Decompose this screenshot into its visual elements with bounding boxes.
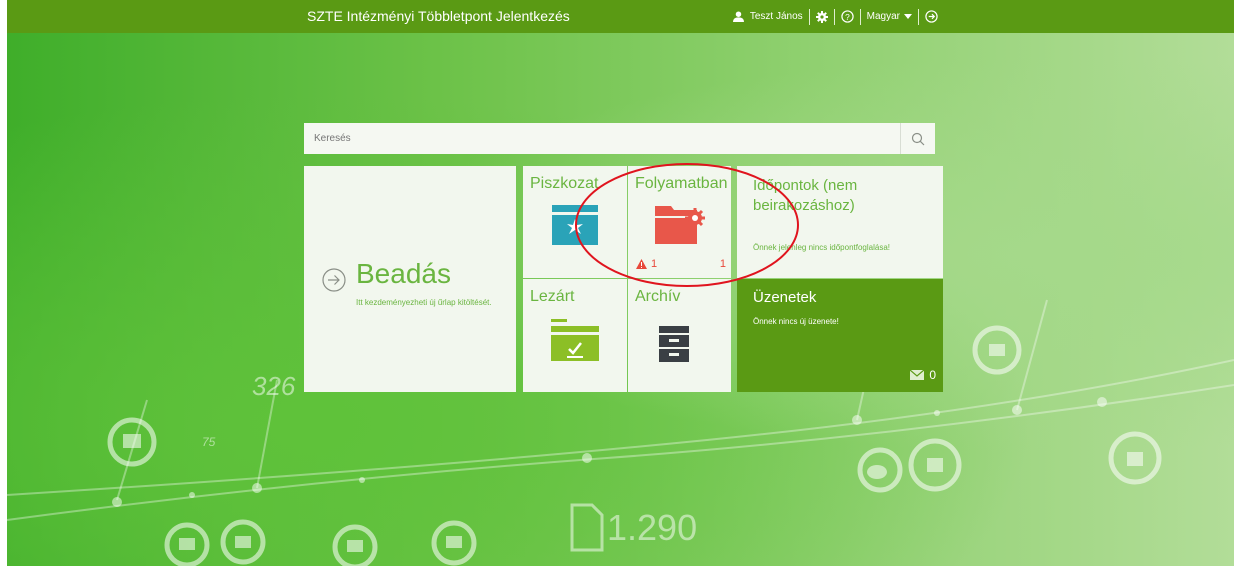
search-icon bbox=[911, 132, 925, 145]
user-icon[interactable] bbox=[732, 11, 744, 22]
search-input[interactable] bbox=[304, 123, 900, 154]
message-count-value: 0 bbox=[929, 368, 936, 382]
tile-lezart[interactable]: Lezárt bbox=[523, 279, 627, 392]
app-frame: 326 75 1.290 SZTE Intézményi Többletpont… bbox=[7, 0, 1234, 566]
tile-beadas-description: Itt kezdeményezheti új űrlap kitöltését. bbox=[356, 298, 492, 307]
app-title: SZTE Intézményi Többletpont Jelentkezés bbox=[307, 8, 570, 24]
folder-check-icon bbox=[551, 319, 599, 361]
tile-beadas-title: Beadás bbox=[356, 258, 451, 289]
tile-uzenetek-title: Üzenetek bbox=[753, 289, 817, 306]
tile-archiv[interactable]: Archív bbox=[628, 279, 731, 392]
separator bbox=[833, 8, 835, 25]
bg-number-1: 326 bbox=[252, 371, 296, 401]
envelope-icon bbox=[910, 370, 925, 380]
separator bbox=[859, 8, 861, 25]
user-name[interactable]: Teszt János bbox=[750, 11, 803, 22]
tile-lezart-title: Lezárt bbox=[530, 288, 575, 305]
language-dropdown[interactable]: Magyar bbox=[867, 11, 912, 22]
gear-icon[interactable] bbox=[815, 10, 828, 23]
language-label: Magyar bbox=[866, 11, 900, 22]
message-count: 0 bbox=[910, 368, 936, 382]
bg-number-3: 1.290 bbox=[607, 507, 697, 548]
help-icon[interactable]: ? bbox=[840, 10, 854, 23]
annotation-ellipse bbox=[575, 163, 799, 287]
separator bbox=[808, 8, 810, 25]
archive-cabinet-icon bbox=[659, 326, 689, 362]
top-navigation-bar: SZTE Intézményi Többletpont Jelentkezés … bbox=[7, 0, 1234, 33]
tile-beadas[interactable]: Beadás Itt kezdeményezheti új űrlap kitö… bbox=[304, 166, 516, 392]
search-bar bbox=[304, 123, 935, 154]
logout-icon[interactable] bbox=[925, 10, 938, 23]
svg-text:?: ? bbox=[845, 12, 850, 22]
arrow-right-circle-icon bbox=[322, 268, 346, 292]
tile-uzenetek[interactable]: Üzenetek Önnek nincs új üzenete! 0 bbox=[737, 279, 943, 392]
tile-archiv-title: Archív bbox=[635, 288, 681, 305]
search-button[interactable] bbox=[900, 123, 935, 154]
caret-down-icon bbox=[904, 14, 912, 19]
bg-number-2: 75 bbox=[202, 435, 216, 449]
separator bbox=[918, 8, 919, 25]
topbar-actions: Teszt János ? Magyar bbox=[732, 0, 938, 33]
tile-uzenetek-description: Önnek nincs új üzenete! bbox=[753, 317, 839, 326]
